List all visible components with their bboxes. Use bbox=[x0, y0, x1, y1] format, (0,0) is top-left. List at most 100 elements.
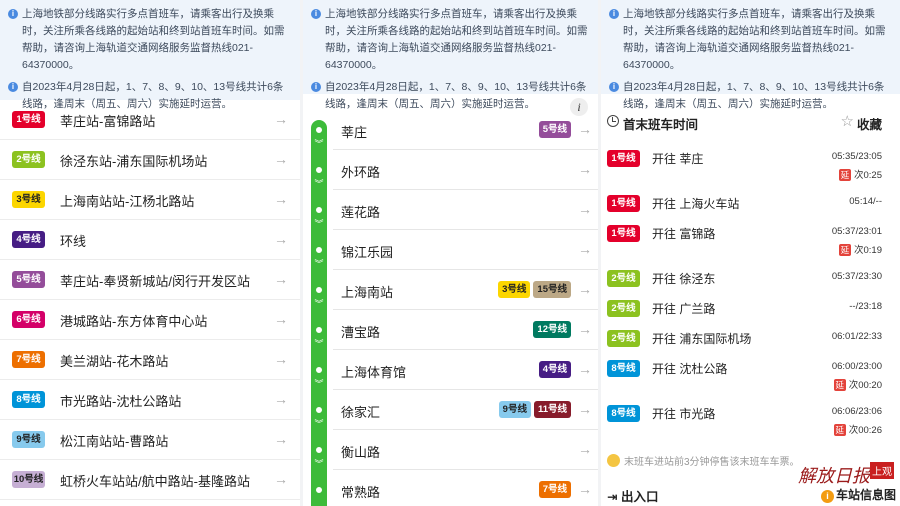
first-last-times: 06:00/23:00 bbox=[831, 361, 882, 372]
arrow-right-icon: → bbox=[578, 201, 592, 217]
line-row[interactable]: 9号线 松江南站站-曹路站 → bbox=[0, 420, 300, 460]
notice-line-1: i 上海地铁部分线路实行多点首班车，请乘客出行及换乘时，关注所乘各线路的起始站和终… bbox=[8, 6, 292, 74]
line-badge: 3号线 bbox=[12, 191, 45, 208]
exit-button[interactable]: ⇥ 出入口 bbox=[607, 486, 658, 505]
arrow-right-icon: → bbox=[578, 161, 592, 177]
station-name: 徐家汇 bbox=[341, 405, 381, 420]
line-badge: 1号线 bbox=[607, 150, 640, 167]
line-badge: 6号线 bbox=[12, 311, 45, 328]
line-badge: 4号线 bbox=[12, 231, 45, 248]
delay-time: 次0:25 bbox=[854, 170, 882, 181]
station-row[interactable]: 常熟路 7号线 → bbox=[333, 470, 598, 506]
station-row[interactable]: 徐家汇 9号线 11号线 → bbox=[333, 390, 598, 430]
line-route: 松江南站站-曹路站 bbox=[60, 434, 169, 449]
first-last-times: 05:35/23:05 bbox=[831, 151, 882, 162]
line-route: 上海南站站-江杨北路站 bbox=[60, 194, 195, 209]
line-route: 虹桥火车站站/航中路站-基隆路站 bbox=[60, 474, 250, 489]
delay-tag: 延 bbox=[833, 424, 846, 436]
notice-text: 自2023年4月28日起，1、7、8、9、10、13号线共计6条线路，逢周末（周… bbox=[623, 81, 885, 110]
timetable-title: 首末班车时间 bbox=[623, 118, 699, 132]
logo-text: 解放日报 bbox=[798, 466, 870, 486]
line-row[interactable]: 2号线 徐泾东站-浦东国际机场站 → bbox=[0, 140, 300, 180]
notice-box: i 上海地铁部分线路实行多点首班车，请乘客出行及换乘时，关注所乘各线路的起始站和终… bbox=[0, 0, 300, 110]
station-row[interactable]: 莘庄 5号线 → bbox=[333, 110, 598, 150]
arrow-right-icon: → bbox=[578, 281, 592, 297]
transfer-line-badge: 3号线 bbox=[498, 281, 531, 298]
delay-tag: 延 bbox=[839, 169, 851, 181]
arrow-right-icon: → bbox=[274, 311, 288, 327]
direction: 开往 莘庄 bbox=[652, 152, 704, 166]
arrow-right-icon: → bbox=[578, 121, 592, 137]
transfer-line-badge: 7号线 bbox=[538, 481, 571, 498]
station-name: 莲花路 bbox=[341, 205, 381, 220]
line-badge: 1号线 bbox=[12, 111, 45, 128]
delay-info: 延次00:26 bbox=[833, 422, 882, 436]
station-node bbox=[314, 285, 324, 295]
notice-text: 自2023年4月28日起，1、7、8、9、10、13号线共计6条线路，逢周末（周… bbox=[325, 81, 587, 110]
transfer-line-badge: 9号线 bbox=[498, 401, 531, 418]
direction: 开往 沈杜公路 bbox=[652, 362, 728, 376]
info-icon: i bbox=[311, 82, 321, 92]
line-row[interactable]: 4号线 环线 → bbox=[0, 220, 300, 260]
favorite-button[interactable]: 收藏 bbox=[857, 114, 882, 133]
station-row[interactable]: 漕宝路 12号线 → bbox=[333, 310, 598, 350]
line-badge: 9号线 bbox=[12, 431, 45, 448]
arrow-right-icon: → bbox=[578, 401, 592, 417]
star-icon[interactable]: ☆ bbox=[841, 112, 854, 130]
info-icon: i bbox=[8, 9, 18, 19]
newspaper-logo: 解放日报 上观 bbox=[798, 462, 894, 488]
direction: 开往 富锦路 bbox=[652, 227, 716, 241]
line-row[interactable]: 8号线 市光路站-沈杜公路站 → bbox=[0, 380, 300, 420]
line-row[interactable]: 10号线 虹桥火车站站/航中路站-基隆路站 → bbox=[0, 460, 300, 500]
station-name: 上海南站 bbox=[341, 285, 394, 300]
station-node bbox=[314, 125, 324, 135]
delay-time: 次00:20 bbox=[848, 380, 882, 391]
arrow-right-icon: → bbox=[578, 321, 592, 337]
arrow-right-icon: → bbox=[274, 471, 288, 487]
logo-mark: 上观 bbox=[870, 462, 894, 479]
station-list-panel: i 上海地铁部分线路实行多点首班车，请乘客出行及换乘时，关注所乘各线路的起始站和终… bbox=[303, 0, 598, 506]
first-last-times: 05:37/23:01 bbox=[831, 226, 882, 237]
direction: 开往 广兰路 bbox=[652, 302, 716, 316]
station-row[interactable]: 莲花路 → bbox=[333, 190, 598, 230]
direction-chevron-icon: ︾ bbox=[314, 459, 324, 469]
line-row[interactable]: 1号线 莘庄站-富锦路站 → bbox=[0, 100, 300, 140]
station-row[interactable]: 外环路 → bbox=[333, 150, 598, 190]
delay-time: 次00:26 bbox=[848, 425, 882, 436]
direction-chevron-icon: ︾ bbox=[314, 339, 324, 349]
station-name: 锦江乐园 bbox=[341, 245, 394, 260]
info-icon: i bbox=[609, 82, 619, 92]
arrow-right-icon: → bbox=[274, 351, 288, 367]
line-badge: 8号线 bbox=[12, 391, 45, 408]
line-row[interactable]: 5号线 莘庄站-奉贤新城站/闵行开发区站 → bbox=[0, 260, 300, 300]
arrow-right-icon: → bbox=[578, 241, 592, 257]
station-row[interactable]: 衡山路 → bbox=[333, 430, 598, 470]
transfer-line-badge: 15号线 bbox=[533, 281, 571, 298]
notice-text: 上海地铁部分线路实行多点首班车，请乘客出行及换乘时，关注所乘各线路的起始站和终到… bbox=[325, 8, 588, 71]
delay-tag: 延 bbox=[839, 244, 851, 256]
station-node bbox=[314, 165, 324, 175]
delay-time: 次0:19 bbox=[854, 245, 882, 256]
transfer-tags: 3号线 15号线 bbox=[498, 281, 571, 298]
line-row[interactable]: 6号线 港城路站-东方体育中心站 → bbox=[0, 300, 300, 340]
info-icon: i bbox=[311, 9, 321, 19]
direction: 开往 上海火车站 bbox=[652, 197, 740, 211]
station-row[interactable]: 锦江乐园 → bbox=[333, 230, 598, 270]
first-last-times: 06:01/22:33 bbox=[831, 331, 882, 342]
transfer-tags: 4号线 bbox=[538, 361, 571, 378]
transfer-line-badge: 5号线 bbox=[538, 121, 571, 138]
last-train-tip: 末班车进站前3分钟停售该末班车车票。 bbox=[607, 453, 800, 468]
notice-text: 上海地铁部分线路实行多点首班车，请乘客出行及换乘时，关注所乘各线路的起始站和终到… bbox=[22, 8, 285, 71]
arrow-right-icon: → bbox=[274, 151, 288, 167]
transfer-line-badge: 12号线 bbox=[533, 321, 571, 338]
line-badge: 5号线 bbox=[12, 271, 45, 288]
station-row[interactable]: 上海体育馆 4号线 → bbox=[333, 350, 598, 390]
line-row[interactable]: 3号线 上海南站站-江杨北路站 → bbox=[0, 180, 300, 220]
line-badge: 2号线 bbox=[607, 270, 640, 287]
direction: 开往 浦东国际机场 bbox=[652, 332, 752, 346]
station-row[interactable]: 上海南站 3号线 15号线 → bbox=[333, 270, 598, 310]
arrow-right-icon: → bbox=[274, 191, 288, 207]
station-info-button[interactable]: i 车站信息图 bbox=[821, 486, 896, 503]
line-row[interactable]: 7号线 美兰湖站-花木路站 → bbox=[0, 340, 300, 380]
station-node bbox=[314, 405, 324, 415]
